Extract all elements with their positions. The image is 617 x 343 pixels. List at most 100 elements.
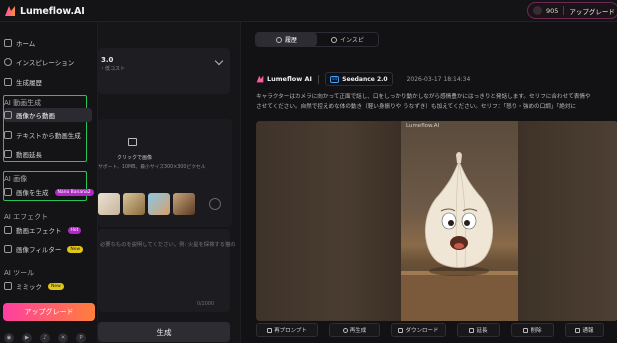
image-upload-icon	[128, 138, 137, 146]
nav-item-label: ホーム	[16, 40, 36, 48]
trash-icon	[523, 327, 529, 333]
badge-nano-banana: Nano Banana2	[54, 188, 94, 196]
section-title-tools: AI ツール	[4, 269, 35, 277]
badge-hot: Hot	[67, 226, 82, 234]
tab-history[interactable]: 履歴	[256, 33, 317, 46]
divider	[563, 6, 565, 15]
result-prompt-text: キャラクターはカメラに向かって正面で話し、口をしっかり動かしながら感情豊かにはっ…	[256, 93, 616, 112]
nav-item-image-to-video[interactable]: 画像から動画	[4, 108, 92, 122]
action-label: ダウンロード	[405, 328, 439, 334]
model-selector[interactable]: 3.0 ・低コスト	[98, 48, 230, 94]
sample-thumbnail[interactable]	[98, 193, 120, 215]
nav-item-label: 動画エフェクト	[16, 227, 62, 235]
sample-thumbnails	[98, 193, 195, 215]
upload-hint: サポート、10MB。最小サイズ300×300ピクセル	[98, 165, 206, 170]
video-watermark: Lumeflow.AI	[406, 123, 440, 129]
reprompt-button[interactable]: 再プロンプト	[256, 323, 318, 337]
section-title-effects: AI エフェクト	[4, 213, 49, 221]
generate-label: 生成	[156, 327, 172, 337]
result-actions: 再プロンプト 再生成 ダウンロード 延長 削除 通報	[256, 323, 604, 337]
pinterest-icon[interactable]: P	[76, 333, 86, 343]
gem-icon	[533, 6, 542, 15]
nav-item-label: テキストから動画生成	[16, 132, 81, 140]
model-subtitle: ・低コスト	[100, 66, 126, 72]
history-icon	[4, 78, 12, 86]
tab-inspiration[interactable]: インスピ	[317, 33, 378, 46]
model-badge: s4 Seedance 2.0	[324, 72, 393, 86]
text-to-video-icon	[4, 131, 12, 139]
download-button[interactable]: ダウンロード	[391, 323, 446, 337]
lumeflow-logo-icon	[256, 75, 264, 83]
regenerate-icon	[342, 327, 348, 333]
refresh-icon	[331, 36, 338, 43]
youtube-icon[interactable]: ▶	[22, 333, 32, 343]
prompt-placeholder: 必要なものを説明してください。例: 火星を探検する猫の	[100, 242, 236, 248]
upload-title: クリックで画像	[117, 155, 153, 161]
generation-panel: 3.0 ・低コスト クリックで画像 サポート、10MB。最小サイズ300×300…	[97, 22, 240, 343]
result-timestamp: 2026-03-17 18:14:34	[406, 75, 471, 83]
garlic-character-image	[401, 152, 518, 321]
video-blur-background	[518, 121, 617, 321]
view-tabs: 履歴 インスピ	[255, 32, 379, 47]
social-links: ◉ ▶ ♪ ✕ P	[4, 333, 86, 343]
result-video[interactable]: Lumeflow.AI	[256, 121, 617, 321]
discord-icon[interactable]: ◉	[4, 333, 14, 343]
video-blur-background	[256, 121, 401, 321]
image-to-video-icon	[4, 111, 12, 119]
tab-label: 履歴	[284, 37, 297, 44]
nav-item-video-extend[interactable]: 動画延長	[4, 147, 94, 161]
result-brand: Lumeflow AI	[267, 75, 312, 83]
nav-item-history[interactable]: 生成履歴	[4, 75, 94, 89]
prompt-input[interactable]: 必要なものを説明してください。例: 火星を探検する猫の 0/2000	[98, 229, 236, 312]
chevron-down-icon	[214, 56, 224, 66]
lumeflow-logo-icon	[5, 6, 15, 16]
compass-icon	[4, 58, 12, 66]
model-badge-label: Seedance 2.0	[342, 75, 388, 83]
tiktok-icon[interactable]: ♪	[40, 333, 50, 343]
regenerate-button[interactable]: 再生成	[329, 323, 380, 337]
report-button[interactable]: 通報	[565, 323, 604, 337]
image-gen-icon	[4, 188, 12, 196]
more-samples-icon[interactable]	[209, 198, 221, 210]
sample-thumbnail[interactable]	[123, 193, 145, 215]
nav-item-video-effect[interactable]: 動画エフェクト Hot	[4, 223, 94, 237]
credits-count: 905	[546, 6, 559, 15]
action-label: 延長	[476, 328, 488, 334]
nav-item-inspiration[interactable]: インスピレーション	[4, 55, 94, 69]
sample-thumbnail[interactable]	[148, 193, 170, 215]
sidebar-upgrade-button[interactable]: アップグレード	[3, 303, 95, 321]
top-upgrade-button[interactable]: アップグレード	[569, 6, 615, 16]
model-name: 3.0	[101, 56, 114, 64]
delete-button[interactable]: 削除	[511, 323, 554, 337]
badge-new: New	[48, 282, 64, 290]
video-frame: Lumeflow.AI	[401, 121, 518, 321]
nav-item-mimic[interactable]: ミミック New	[4, 279, 94, 293]
image-upload-area[interactable]: クリックで画像 サポート、10MB。最小サイズ300×300ピクセル	[98, 119, 232, 227]
nav-item-label: インスピレーション	[16, 59, 75, 67]
app-name: Lumeflow.AI	[20, 5, 85, 17]
clock-icon	[275, 36, 282, 43]
nav-item-image-filter[interactable]: 画像フィルター New	[4, 242, 94, 256]
report-icon	[575, 327, 581, 333]
nav-item-home[interactable]: ホーム	[4, 36, 94, 50]
left-sidebar: ホーム インスピレーション 生成履歴 AI 動画生成 画像から動画 テキストから…	[0, 22, 97, 343]
nav-item-label: 画像から動画	[16, 112, 55, 120]
action-label: 削除	[530, 328, 542, 334]
app-logo[interactable]: Lumeflow.AI	[4, 4, 85, 18]
x-icon[interactable]: ✕	[58, 333, 68, 343]
extend-button[interactable]: 延長	[457, 323, 500, 337]
prompt-line: キャラクターはカメラに向かって正面で話し、口をしっかり動かしながら感情豊かにはっ…	[256, 94, 591, 100]
nav-item-image-gen[interactable]: 画像を生成 Nano Banana2	[4, 185, 94, 199]
image-filter-icon	[4, 245, 12, 253]
action-label: 再生成	[349, 328, 367, 334]
video-extend-icon	[4, 150, 12, 158]
action-label: 通報	[582, 328, 594, 334]
sample-thumbnail[interactable]	[173, 193, 195, 215]
generate-button[interactable]: 生成	[98, 322, 230, 342]
credits-upgrade-pill[interactable]: 905 アップグレード	[527, 2, 617, 19]
video-effect-icon	[4, 226, 12, 234]
model-icon: s4	[329, 75, 340, 83]
nav-item-label: 画像を生成	[16, 189, 49, 197]
nav-item-text-to-video[interactable]: テキストから動画生成	[4, 128, 94, 142]
nav-item-label: ミミック	[16, 283, 42, 291]
